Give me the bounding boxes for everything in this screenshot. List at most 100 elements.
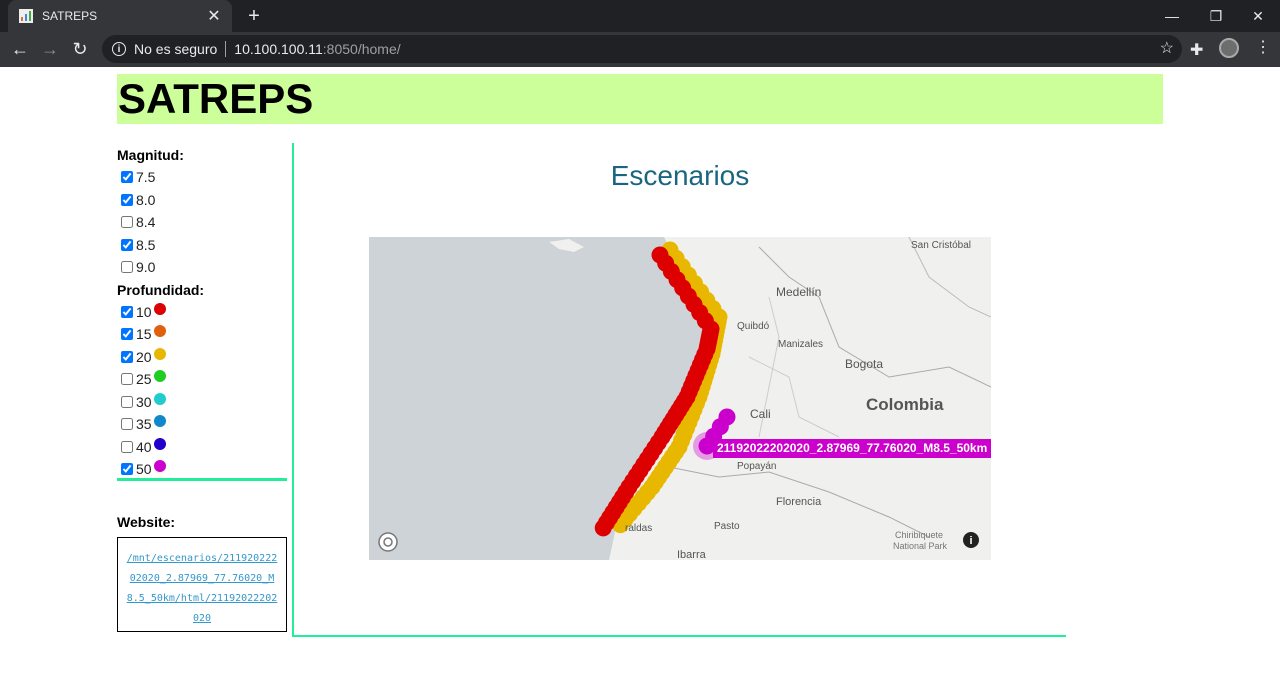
filters-sidebar: Magnitud: 7.5 8.0 8.4 8.5 9.0 Profundidad: 1… — [117, 143, 287, 481]
magnitud-option-8-0[interactable]: 8.0 — [117, 189, 287, 212]
ocean-area — [369, 237, 714, 560]
magnitud-checklist: 7.5 8.0 8.4 8.5 9.0 — [117, 166, 287, 279]
magnitud-checkbox[interactable] — [121, 238, 133, 251]
profundidad-option-label: 30 — [136, 393, 152, 410]
map-label-cali: Cali — [750, 407, 771, 421]
map-label-pasto: Pasto — [714, 521, 740, 532]
profile-avatar[interactable] — [1219, 38, 1239, 58]
profundidad-checkbox[interactable] — [121, 350, 133, 363]
hover-tooltip: 21192022202020_2.87969_77.76020_M8.5_50k… — [713, 439, 992, 458]
map-label-san-cristobal: San Cristóbal — [911, 240, 972, 251]
address-bar[interactable]: i No es seguro 10.100.100.11:8050/home/ … — [102, 35, 1182, 63]
map-label-manizales: Manizales — [778, 339, 824, 350]
map-label-ibarra: Ibarra — [677, 549, 706, 560]
depth-color-dot-icon — [153, 437, 166, 450]
magnitud-option-7-5[interactable]: 7.5 — [117, 166, 287, 189]
profundidad-label: Profundidad: — [117, 281, 205, 298]
forward-icon[interactable]: → — [38, 37, 62, 61]
back-icon[interactable]: ← — [8, 37, 32, 61]
map-label-colombia: Colombia — [866, 395, 944, 414]
restore-icon[interactable]: ❐ — [1194, 0, 1238, 32]
magnitud-checkbox[interactable] — [121, 261, 133, 274]
map-label-medellin: Medellín — [776, 285, 822, 299]
profundidad-checkbox[interactable] — [121, 440, 133, 453]
map-label-esmeraldas: raldas — [625, 523, 653, 534]
website-label: Website: — [117, 514, 176, 530]
close-window-icon[interactable]: ✕ — [1236, 0, 1280, 32]
chart-title: Escenarios — [610, 160, 750, 191]
map-label-popayan: Popayán — [737, 461, 777, 472]
magnitud-option-label: 8.0 — [136, 191, 156, 208]
profundidad-option-label: 10 — [136, 303, 152, 320]
browser-tabbar: SATREPS ✕ + — ❐ ✕ — [0, 0, 1280, 32]
website-box: /mnt/escenarios/21192022202020_2.87969_7… — [117, 537, 287, 632]
profundidad-option-label: 50 — [136, 461, 152, 478]
browser-tab[interactable]: SATREPS ✕ — [8, 0, 232, 32]
new-tab-icon[interactable]: + — [244, 4, 264, 28]
minimize-icon[interactable]: — — [1150, 0, 1194, 32]
road-line — [748, 356, 840, 438]
extensions-puzzle-icon[interactable]: ✚ — [1190, 40, 1203, 60]
profundidad-option-label: 35 — [136, 416, 152, 433]
chart-favicon-icon — [18, 8, 34, 24]
profundidad-checkbox[interactable] — [121, 373, 133, 386]
profundidad-checkbox[interactable] — [121, 463, 133, 476]
scenario-map[interactable]: i San Cristóbal Medellín Quibdó Manizales Bo… — [369, 237, 991, 560]
website-link[interactable]: /mnt/escenarios/21192022202020_2.87969_7… — [127, 553, 278, 624]
depth-color-dot-icon — [153, 392, 166, 405]
depth-color-dot-icon — [153, 302, 166, 315]
profundidad-option-label: 15 — [136, 326, 152, 343]
attribution-info-glyph: i — [969, 535, 972, 547]
depth-color-dot-icon — [153, 325, 166, 338]
profundidad-option-20[interactable]: 20 — [117, 346, 287, 369]
tab-close-icon[interactable]: ✕ — [206, 6, 222, 26]
profundidad-option-15[interactable]: 15 — [117, 323, 287, 346]
magnitud-option-label: 9.0 — [136, 259, 156, 276]
map-label-florencia: Florencia — [776, 496, 822, 508]
browser-toolbar: ← → ↻ i No es seguro 10.100.100.11:8050/… — [0, 32, 1280, 67]
magnitud-option-8-4[interactable]: 8.4 — [117, 211, 287, 234]
magnitud-option-label: 8.4 — [136, 214, 156, 231]
map-label-chiribiquete-2: National Park — [893, 541, 948, 551]
depth-color-dot-icon — [153, 347, 166, 360]
profundidad-checklist: 10 15 20 25 30 35 40 50 — [117, 301, 287, 481]
scenario-marker-10km[interactable] — [594, 519, 612, 537]
info-icon[interactable]: i — [112, 42, 126, 56]
depth-color-dot-icon — [153, 415, 166, 428]
profundidad-checkbox[interactable] — [121, 418, 133, 431]
profundidad-option-35[interactable]: 35 — [117, 413, 287, 436]
main-bottom-border — [292, 635, 1066, 637]
profundidad-checkbox[interactable] — [121, 395, 133, 408]
depth-color-dot-icon — [153, 370, 166, 383]
magnitud-checkbox[interactable] — [121, 216, 133, 229]
magnitud-checkbox[interactable] — [121, 171, 133, 184]
bookmark-star-icon[interactable]: ☆ — [1160, 38, 1174, 58]
magnitud-checkbox[interactable] — [121, 193, 133, 206]
map-label-bogota: Bogota — [845, 357, 884, 371]
magnitud-option-label: 8.5 — [136, 236, 156, 253]
main-left-border — [292, 143, 294, 637]
profundidad-checkbox[interactable] — [121, 305, 133, 318]
magnitud-option-label: 7.5 — [136, 169, 156, 186]
magnitud-label: Magnitud: — [117, 147, 184, 163]
profundidad-option-40[interactable]: 40 — [117, 436, 287, 459]
profundidad-option-10[interactable]: 10 — [117, 301, 287, 324]
browser-menu-icon[interactable]: ⋮ — [1255, 38, 1271, 58]
depth-color-dot-icon — [153, 460, 166, 473]
sidebar-divider — [117, 478, 287, 481]
map-label-chiribiquete-1: Chiribiquete — [895, 530, 944, 540]
profundidad-option-label: 20 — [136, 348, 152, 365]
profundidad-checkbox[interactable] — [121, 328, 133, 341]
security-label: No es seguro — [134, 41, 218, 57]
profundidad-option-30[interactable]: 30 — [117, 391, 287, 414]
url-path: :8050/home/ — [322, 41, 401, 57]
map-label-quibdo: Quibdó — [737, 321, 770, 332]
page-header: SATREPS — [117, 74, 1163, 124]
url-host: 10.100.100.11 — [234, 41, 323, 57]
mapbox-logo-icon — [378, 532, 398, 552]
reload-icon[interactable]: ↻ — [68, 37, 92, 61]
magnitud-option-9-0[interactable]: 9.0 — [117, 256, 287, 279]
page-title: SATREPS — [118, 75, 314, 122]
profundidad-option-25[interactable]: 25 — [117, 368, 287, 391]
magnitud-option-8-5[interactable]: 8.5 — [117, 234, 287, 257]
